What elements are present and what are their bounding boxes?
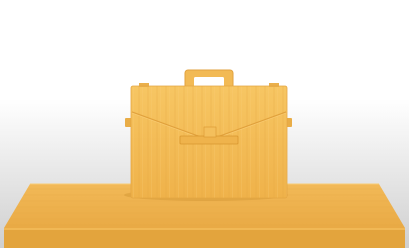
briefcase-icon [125,69,292,199]
image-frame [0,0,409,248]
briefcase-on-table-illustration [0,0,409,248]
